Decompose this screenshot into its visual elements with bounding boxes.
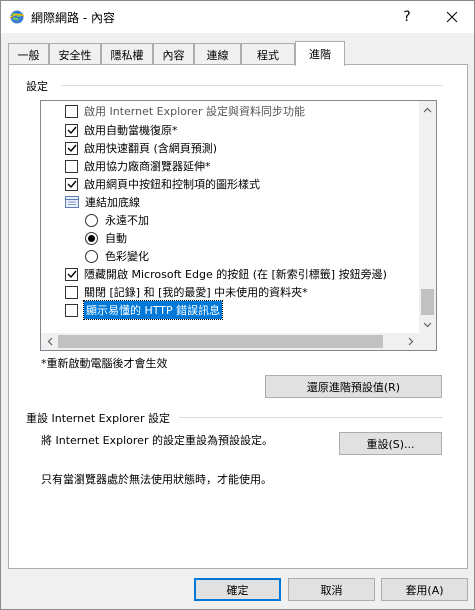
list-item: 連結加底線 (65, 193, 436, 211)
list-item[interactable]: 啟用協力廠商瀏覽器延伸* (65, 157, 436, 175)
close-button[interactable] (429, 1, 475, 33)
list-item[interactable]: 啟用 Internet Explorer 設定與資料同步功能 (65, 102, 436, 120)
list-item-label: 啟用快速翻頁 (含網頁預測) (84, 142, 218, 155)
radio-button[interactable] (85, 231, 98, 245)
chevron-down-icon (423, 322, 432, 327)
reset-section-title: 重設 Internet Explorer 設定 (26, 412, 170, 425)
vertical-scroll-thumb[interactable] (421, 289, 434, 315)
tab-privacy[interactable]: 隱私權 (101, 43, 153, 65)
title-bar: 網際網路 - 內容 ? (1, 1, 474, 33)
chevron-right-icon (408, 337, 413, 346)
settings-category-icon (65, 196, 79, 208)
list-item-label: 色彩變化 (105, 250, 149, 263)
list-item-label: 隱藏開啟 Microsoft Edge 的按鈕 (在 [新索引標籤] 按鈕旁邊) (84, 268, 387, 281)
list-item[interactable]: 啟用自動當機復原* (65, 121, 436, 139)
internet-properties-dialog: 網際網路 - 內容 ? 一般 安全性 隱私權 內容 連線 程式 進階 設定 啟用… (0, 0, 475, 610)
chevron-up-icon (423, 107, 432, 112)
tab-strip: 一般 安全性 隱私權 內容 連線 程式 進階 (8, 41, 468, 66)
chevron-left-icon (47, 337, 52, 346)
check-icon (67, 180, 77, 189)
scroll-down-button[interactable] (419, 316, 436, 333)
tab-content[interactable]: 內容 (153, 43, 194, 65)
reset-description: 將 Internet Explorer 的設定重設為預設設定。 (41, 434, 273, 447)
list-item[interactable]: 隱藏開啟 Microsoft Edge 的按鈕 (在 [新索引標籤] 按鈕旁邊) (65, 265, 436, 283)
list-item-label: 自動 (105, 232, 127, 245)
list-item[interactable]: 啟用快速翻頁 (含網頁預測) (65, 139, 436, 157)
checkbox[interactable] (65, 123, 78, 137)
horizontal-scrollbar[interactable] (41, 333, 419, 350)
checkbox[interactable] (65, 159, 78, 173)
list-item[interactable]: 永遠不加 (85, 211, 436, 229)
list-item[interactable]: 色彩變化 (85, 247, 436, 265)
check-icon (67, 144, 77, 153)
radio-button[interactable] (85, 213, 98, 227)
checkbox[interactable] (65, 285, 78, 299)
ok-button[interactable]: 確定 (194, 578, 281, 601)
settings-group-label: 設定 (26, 78, 52, 94)
list-item-label: 啟用自動當機復原* (84, 124, 178, 137)
tab-programs[interactable]: 程式 (241, 43, 295, 65)
help-button[interactable]: ? (384, 1, 430, 33)
tab-general[interactable]: 一般 (8, 43, 49, 65)
horizontal-scroll-thumb[interactable] (58, 335, 383, 348)
list-item-label: 啟用協力廠商瀏覽器延伸* (84, 160, 211, 173)
apply-button[interactable]: 套用(A) (381, 578, 468, 601)
list-item[interactable]: 自動 (85, 229, 436, 247)
list-item[interactable]: 顯示易懂的 HTTP 錯誤訊息 (65, 300, 436, 320)
vertical-scrollbar[interactable] (419, 101, 436, 333)
restore-advanced-defaults-button[interactable]: 還原進階預設值(R) (265, 375, 442, 398)
checkbox[interactable] (65, 177, 78, 191)
scrollbar-corner (419, 333, 436, 350)
check-icon (67, 270, 77, 279)
list-item-label: 啟用 Internet Explorer 設定與資料同步功能 (84, 105, 305, 118)
radio-button[interactable] (85, 249, 98, 263)
restart-note: *重新啟動電腦後才會生效 (41, 357, 168, 370)
tab-advanced[interactable]: 進階 (295, 41, 345, 66)
tab-connections[interactable]: 連線 (194, 43, 241, 65)
reset-section-divider (179, 417, 443, 418)
settings-tree-list[interactable]: 啟用 Internet Explorer 設定與資料同步功能 啟用自動當機復原*… (40, 100, 437, 351)
internet-globe-icon (9, 10, 25, 24)
check-icon (67, 126, 77, 135)
list-item-label: 永遠不加 (105, 214, 149, 227)
close-icon (446, 11, 458, 23)
window-title: 網際網路 - 內容 (31, 11, 115, 25)
scroll-right-button[interactable] (402, 333, 419, 350)
scroll-up-button[interactable] (419, 101, 436, 118)
list-item[interactable]: 關閉 [記錄] 和 [我的最愛] 中未使用的資料夾* (65, 283, 436, 301)
reset-button[interactable]: 重設(S)... (339, 432, 442, 455)
checkbox[interactable] (65, 303, 78, 317)
tab-security[interactable]: 安全性 (49, 43, 101, 65)
list-item-label: 連結加底線 (85, 196, 140, 209)
list-item-label: 顯示易懂的 HTTP 錯誤訊息 (82, 300, 224, 320)
checkbox[interactable] (65, 267, 78, 281)
radio-selected-dot (88, 234, 95, 242)
checkbox[interactable] (65, 141, 78, 155)
list-item-label: 啟用網頁中按鈕和控制項的圖形樣式 (84, 178, 260, 191)
reset-usage-note: 只有當瀏覽器處於無法使用狀態時，才能使用。 (41, 473, 272, 486)
scroll-left-button[interactable] (41, 333, 58, 350)
list-item[interactable]: 啟用網頁中按鈕和控制項的圖形樣式 (65, 175, 436, 193)
list-item-label: 關閉 [記錄] 和 [我的最愛] 中未使用的資料夾* (84, 286, 308, 299)
checkbox[interactable] (65, 104, 78, 118)
cancel-button[interactable]: 取消 (288, 578, 375, 601)
settings-group-divider (61, 85, 443, 86)
